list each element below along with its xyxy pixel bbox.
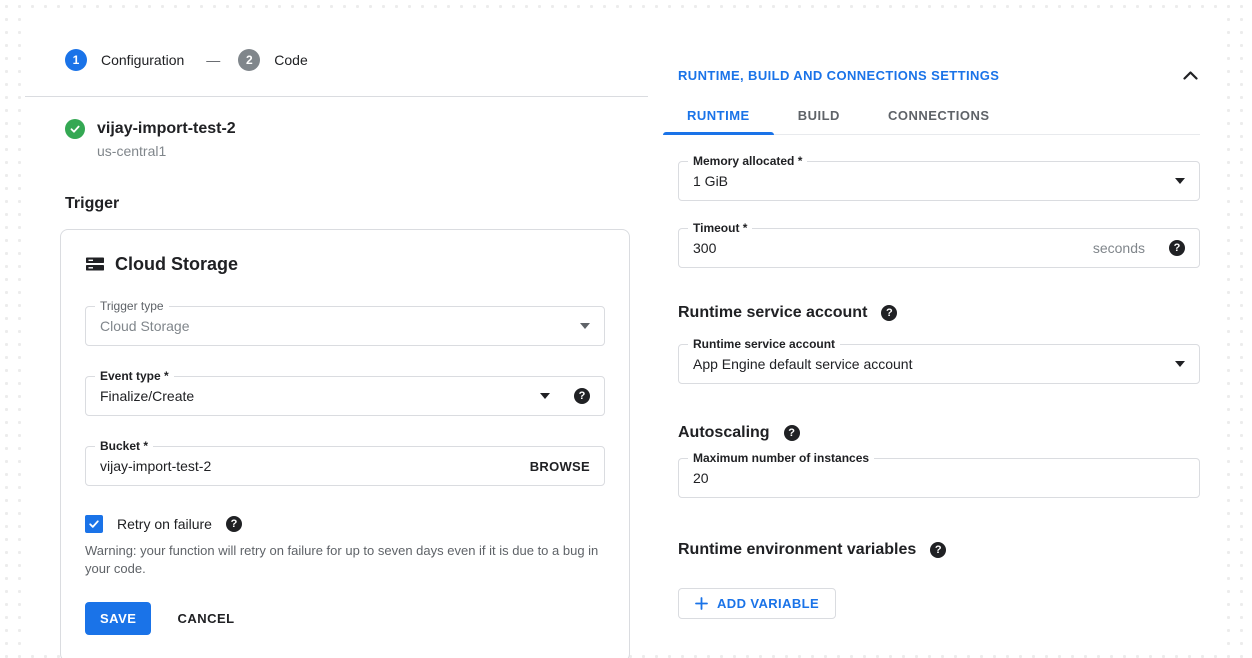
- chevron-up-icon[interactable]: [1181, 69, 1200, 82]
- save-button[interactable]: SAVE: [85, 602, 151, 635]
- add-variable-button[interactable]: ADD VARIABLE: [678, 588, 836, 619]
- settings-panel: RUNTIME, BUILD AND CONNECTIONS SETTINGS …: [655, 12, 1222, 645]
- bucket-field[interactable]: Bucket * vijay-import-test-2 BROWSE: [85, 446, 605, 486]
- service-account-select[interactable]: Runtime service account App Engine defau…: [678, 344, 1200, 384]
- function-title-row: vijay-import-test-2: [65, 117, 648, 141]
- step-1-circle[interactable]: 1: [65, 49, 87, 71]
- bucket-value[interactable]: vijay-import-test-2: [100, 458, 530, 474]
- cancel-button[interactable]: CANCEL: [177, 611, 234, 626]
- service-account-heading-row: Runtime service account: [678, 304, 1200, 322]
- service-account-label: Runtime service account: [688, 337, 840, 351]
- timeout-field[interactable]: Timeout * 300 seconds: [678, 228, 1200, 268]
- service-account-value: App Engine default service account: [693, 356, 1175, 372]
- trigger-type-value: Cloud Storage: [100, 318, 580, 334]
- trigger-actions: SAVE CANCEL: [85, 602, 605, 635]
- caret-down-icon: [540, 393, 550, 399]
- add-variable-label: ADD VARIABLE: [717, 596, 819, 611]
- bucket-label: Bucket *: [95, 439, 153, 453]
- plus-icon: [695, 597, 708, 610]
- service-account-help-icon[interactable]: [881, 305, 897, 321]
- memory-allocated-label: Memory allocated *: [688, 154, 807, 168]
- service-account-heading: Runtime service account: [678, 304, 867, 322]
- check-circle-icon: [65, 119, 85, 139]
- event-type-value: Finalize/Create: [100, 388, 540, 404]
- caret-down-icon: [580, 323, 590, 329]
- configuration-panel: 1 Configuration — 2 Code vijay-import-te…: [25, 12, 648, 645]
- settings-tabs: RUNTIME BUILD CONNECTIONS: [663, 101, 1200, 135]
- function-name: vijay-import-test-2: [97, 120, 236, 138]
- trigger-card-title-row: Cloud Storage: [85, 252, 605, 276]
- event-type-select[interactable]: Event type * Finalize/Create: [85, 376, 605, 416]
- settings-section-toggle[interactable]: RUNTIME, BUILD AND CONNECTIONS SETTINGS: [678, 68, 999, 83]
- timeout-unit: seconds: [1093, 240, 1145, 256]
- event-type-help-icon[interactable]: [574, 388, 590, 404]
- trigger-card: Cloud Storage Trigger type Cloud Storage…: [60, 229, 630, 658]
- cloud-functions-edit-page: 1 Configuration — 2 Code vijay-import-te…: [0, 0, 1252, 658]
- autoscaling-heading: Autoscaling: [678, 424, 770, 442]
- stepper-divider: [25, 96, 648, 97]
- trigger-type-label: Trigger type: [95, 299, 169, 313]
- env-vars-heading-row: Runtime environment variables: [678, 541, 1200, 559]
- caret-down-icon: [1175, 178, 1185, 184]
- max-instances-field[interactable]: Maximum number of instances 20: [678, 458, 1200, 498]
- tab-connections[interactable]: CONNECTIONS: [864, 101, 1014, 134]
- timeout-label: Timeout *: [688, 221, 752, 235]
- retry-help-icon[interactable]: [226, 516, 242, 532]
- memory-allocated-value: 1 GiB: [693, 173, 1175, 189]
- retry-warning-text: Warning: your function will retry on fai…: [85, 542, 610, 578]
- retry-checkbox[interactable]: [85, 515, 103, 533]
- stepper: 1 Configuration — 2 Code: [65, 48, 648, 72]
- timeout-value[interactable]: 300: [693, 240, 1093, 256]
- browse-button[interactable]: BROWSE: [530, 459, 590, 474]
- max-instances-value[interactable]: 20: [693, 470, 1185, 486]
- autoscaling-heading-row: Autoscaling: [678, 424, 1200, 442]
- event-type-label: Event type *: [95, 369, 174, 383]
- retry-row: Retry on failure: [85, 514, 605, 534]
- step-1-label[interactable]: Configuration: [101, 52, 184, 68]
- step-2-circle[interactable]: 2: [238, 49, 260, 71]
- trigger-card-title: Cloud Storage: [115, 254, 238, 275]
- memory-allocated-select[interactable]: Memory allocated * 1 GiB: [678, 161, 1200, 201]
- step-2-label[interactable]: Code: [274, 52, 307, 68]
- retry-label[interactable]: Retry on failure: [117, 516, 212, 532]
- env-vars-help-icon[interactable]: [930, 542, 946, 558]
- settings-header-row: RUNTIME, BUILD AND CONNECTIONS SETTINGS: [678, 68, 1200, 83]
- trigger-type-select[interactable]: Trigger type Cloud Storage: [85, 306, 605, 346]
- autoscaling-help-icon[interactable]: [784, 425, 800, 441]
- tab-build[interactable]: BUILD: [774, 101, 864, 134]
- timeout-help-icon[interactable]: [1169, 240, 1185, 256]
- step-separator: —: [206, 52, 220, 68]
- max-instances-label: Maximum number of instances: [688, 451, 874, 465]
- tab-runtime[interactable]: RUNTIME: [663, 101, 774, 134]
- function-region: us-central1: [97, 143, 648, 159]
- trigger-section-title: Trigger: [65, 195, 648, 213]
- env-vars-heading: Runtime environment variables: [678, 541, 916, 559]
- storage-icon: [85, 254, 105, 274]
- caret-down-icon: [1175, 361, 1185, 367]
